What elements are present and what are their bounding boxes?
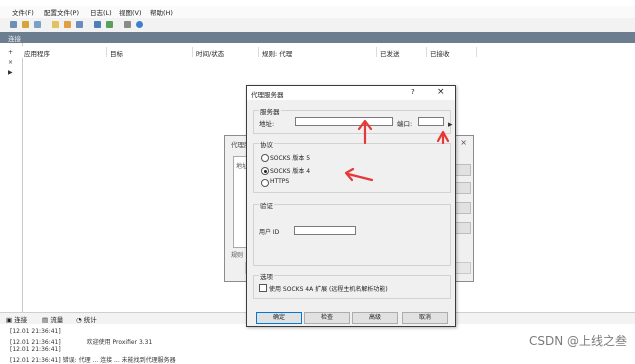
menu-bar: 文件(F) 配置文件(P) 日志(L) 视图(V) 帮助(H) [0, 6, 635, 18]
tab-traffic-label: 流量 [50, 316, 64, 324]
save-profile-icon[interactable] [34, 21, 41, 28]
authentication-group [253, 204, 451, 266]
col-separator [192, 47, 193, 57]
radio-socks5-label: SOCKS 版本 5 [270, 155, 311, 162]
menu-file[interactable]: 文件(F) [12, 7, 34, 17]
col-received[interactable]: 已接收 [430, 48, 450, 58]
folder-icon[interactable] [64, 21, 71, 28]
menu-help[interactable]: 帮助(H) [150, 7, 173, 17]
new-file-icon[interactable] [52, 21, 59, 28]
tab-connections-label: 连接 [14, 316, 28, 324]
port-label: 端口: [397, 120, 413, 128]
close-pane-icon[interactable]: × [8, 59, 13, 66]
user-id-label: 用户 ID [259, 229, 280, 236]
radio-socks4-label: SOCKS 版本 4 [270, 168, 311, 175]
options-group-label: 选项 [259, 271, 274, 281]
dialog-title-bar: 代理服务器 ? × [247, 86, 455, 100]
watermark: CSDN @上线之叁 [528, 334, 627, 348]
back-dialog-footer-label: 规则 [231, 252, 244, 259]
col-separator [376, 47, 377, 57]
radio-https[interactable] [261, 179, 269, 187]
menu-log[interactable]: 日志(L) [90, 7, 112, 17]
log-line: [12.01 21:36:41] 错误: 代理 ... 连接 ... 未能找到代… [10, 355, 176, 364]
expand-icon[interactable]: + [8, 49, 13, 56]
mouse-cursor-icon: ▸ [448, 120, 453, 130]
print-icon[interactable] [124, 21, 131, 28]
advanced-button[interactable]: 高级 [352, 312, 398, 324]
server-group-label: 服务器 [259, 106, 281, 116]
log-time: [12.01 21:36:41] [10, 339, 61, 346]
col-separator [106, 47, 107, 57]
tab-statistics-label: 统计 [83, 316, 97, 324]
connections-table-header: 应用程序 目标 时间/状态 规则: 代理 已发送 已接收 [22, 46, 635, 58]
radio-socks4[interactable] [261, 167, 269, 175]
pane-header-label: 连接 [8, 35, 21, 43]
radio-socks5[interactable] [261, 154, 269, 162]
connections-icon[interactable] [10, 21, 17, 28]
play-icon[interactable]: ▶ [8, 69, 13, 76]
log-time: [12.01 21:36:41] [10, 328, 61, 335]
socks4a-checkbox[interactable] [259, 284, 267, 292]
user-id-input[interactable] [294, 226, 356, 235]
protocol-group-label: 协议 [259, 139, 274, 149]
close-icon[interactable]: × [460, 138, 467, 147]
tab-statistics[interactable]: ◔ 统计 [76, 314, 97, 324]
dialog-title: 代理服务器 [251, 91, 284, 99]
col-separator [258, 47, 259, 57]
log-message: 欢迎使用 Proxifier 3.31 [86, 339, 153, 346]
authentication-group-label: 验证 [259, 200, 274, 210]
check-button[interactable]: 检查 [304, 312, 350, 324]
save-icon[interactable] [76, 21, 83, 28]
proxy-servers-icon[interactable] [94, 21, 101, 28]
toolbar [0, 18, 635, 33]
help-icon[interactable] [136, 21, 143, 28]
menu-profile[interactable]: 配置文件(P) [44, 7, 79, 17]
close-icon[interactable]: × [437, 87, 445, 97]
port-input[interactable] [418, 117, 444, 126]
col-separator [476, 47, 477, 57]
col-sent[interactable]: 已发送 [380, 48, 400, 58]
proxy-server-dialog: 代理服务器 ? × 服务器 地址: 端口: 协议 SOCKS 版本 5 SOCK… [246, 85, 456, 327]
ok-button[interactable]: 确定 [256, 312, 302, 324]
tab-traffic[interactable]: ▤ 流量 [42, 314, 63, 324]
col-rule-proxy[interactable]: 规则: 代理 [262, 48, 292, 58]
col-separator [426, 47, 427, 57]
col-target[interactable]: 目标 [110, 48, 123, 58]
log-time: [12.01 21:36:41] [10, 346, 61, 353]
col-application[interactable]: 应用程序 [24, 48, 50, 58]
log-line: [12.01 21:36:41] 欢迎使用 Proxifier 3.31 [10, 337, 152, 346]
socks4a-label: 使用 SOCKS 4A 扩展 (远程主机名解析功能) [269, 286, 388, 293]
radio-https-label: HTTPS [270, 178, 290, 185]
address-label: 地址: [259, 120, 275, 128]
menu-view[interactable]: 视图(V) [119, 7, 142, 17]
log-line: [12.01 21:36:41] [10, 328, 61, 335]
address-input[interactable] [295, 117, 393, 126]
connections-pane-header: 连接 [0, 32, 635, 43]
left-tool-strip: + × ▶ [0, 43, 23, 313]
cancel-button[interactable]: 取消 [402, 312, 448, 324]
tab-connections[interactable]: ▣ 连接 [6, 314, 27, 324]
open-profile-icon[interactable] [22, 21, 29, 28]
rules-icon[interactable] [106, 21, 113, 28]
log-line: [12.01 21:36:41] [10, 346, 61, 353]
col-time-status[interactable]: 时间/状态 [196, 48, 224, 58]
help-icon[interactable]: ? [411, 88, 415, 96]
